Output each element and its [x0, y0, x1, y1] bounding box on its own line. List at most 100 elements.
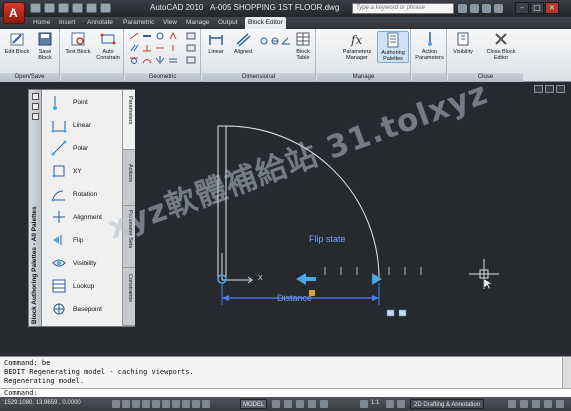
show-constraints-icon[interactable] [186, 32, 196, 40]
quick-properties-toggle-icon[interactable] [202, 400, 210, 408]
snap-toggle-icon[interactable] [112, 400, 120, 408]
model-space-button[interactable]: MODEL [240, 399, 268, 409]
tool-linear[interactable]: Linear [43, 114, 123, 137]
tab-parametric[interactable]: Parametric [120, 17, 157, 29]
show-all-icon[interactable] [186, 44, 196, 52]
block-authoring-palette[interactable]: Block Authoring Palettes - All Palettes … [28, 89, 135, 327]
fix-icon[interactable] [168, 32, 178, 40]
auto-scale-icon[interactable] [397, 400, 405, 408]
tab-block-editor[interactable]: Block Editor [245, 17, 286, 29]
tab-annotate[interactable]: Annotate [84, 17, 116, 29]
action-parameters-button[interactable]: Action Parameters [413, 31, 446, 61]
horizontal-icon[interactable] [155, 44, 165, 52]
tangent-icon[interactable] [129, 56, 139, 64]
annotation-scale[interactable]: 1:1 [371, 400, 379, 406]
tab-manage[interactable]: Manage [183, 17, 213, 29]
tool-flip[interactable]: Flip [43, 229, 123, 252]
tab-home[interactable]: Home [30, 17, 53, 29]
save-block-button[interactable]: Save Block [32, 31, 58, 61]
plot-icon[interactable] [100, 3, 111, 13]
application-menu-button[interactable]: A [3, 2, 25, 24]
smooth-icon[interactable] [142, 56, 152, 64]
help-icon[interactable] [494, 4, 503, 13]
coincident-icon[interactable] [129, 32, 139, 40]
steeringwheel-icon[interactable] [308, 400, 316, 408]
showmotion-icon[interactable] [320, 400, 328, 408]
polar-toggle-icon[interactable] [142, 400, 150, 408]
zoom-icon[interactable] [296, 400, 304, 408]
tool-basepoint[interactable]: Basepoint [43, 298, 123, 321]
visibility-button[interactable]: Visibility [450, 31, 476, 55]
tool-polar[interactable]: Polar [43, 137, 123, 160]
undo-icon[interactable] [72, 3, 83, 13]
workspace-switcher[interactable]: 2D Drafting & Annotation [410, 399, 485, 409]
palette-title-bar[interactable]: Block Authoring Palettes - All Palettes [29, 90, 42, 326]
annotation-visibility-icon[interactable] [386, 400, 394, 408]
star-icon[interactable] [482, 4, 491, 13]
open-icon[interactable] [44, 3, 55, 13]
edit-block-button[interactable]: Edit Block [4, 31, 30, 55]
palette-tab-constraints[interactable]: Constraints [123, 268, 135, 326]
new-icon[interactable] [30, 3, 41, 13]
angular-dim-icon[interactable] [281, 37, 291, 45]
tool-alignment[interactable]: Alignment [43, 206, 123, 229]
action-badge-2-icon[interactable] [398, 309, 407, 317]
lineweight-toggle-icon[interactable] [192, 400, 200, 408]
dyn-toggle-icon[interactable] [182, 400, 190, 408]
flip-grip-right-icon[interactable] [371, 272, 383, 286]
aligned-dim-button[interactable]: Aligned [230, 31, 256, 55]
symmetric-icon[interactable] [155, 56, 165, 64]
diameter-dim-icon[interactable] [270, 37, 280, 45]
isolate-objects-icon[interactable] [532, 400, 540, 408]
ducs-toggle-icon[interactable] [172, 400, 180, 408]
maximize-button[interactable]: □ [530, 2, 544, 14]
palette-tab-parameter-sets[interactable]: Parameter Sets [123, 206, 135, 268]
minimize-button[interactable]: – [515, 2, 529, 14]
tool-visibility[interactable]: Visibility [43, 252, 123, 275]
otrack-toggle-icon[interactable] [162, 400, 170, 408]
auto-constrain-button[interactable]: Auto Constrain [93, 31, 123, 61]
close-button[interactable]: × [545, 2, 559, 14]
vertical-icon[interactable] [168, 44, 178, 52]
coordinate-readout[interactable]: 1529.1080, 13.9659 , 0.0000 [4, 400, 81, 406]
save-icon[interactable] [58, 3, 69, 13]
lock-icon[interactable] [508, 400, 516, 408]
parallel-icon[interactable] [129, 44, 139, 52]
pan-icon[interactable] [284, 400, 292, 408]
collinear-icon[interactable] [142, 32, 152, 40]
tab-view[interactable]: View [160, 17, 180, 29]
action-badge-1-icon[interactable] [386, 309, 395, 317]
block-table-button[interactable]: Block Table [292, 31, 314, 61]
help-search-input[interactable]: Type a keyword or phrase [352, 3, 454, 14]
hide-all-icon[interactable] [186, 56, 196, 64]
tab-insert[interactable]: Insert [56, 17, 78, 29]
palette-tab-actions[interactable]: Actions [123, 150, 135, 206]
subscription-icon[interactable] [470, 4, 479, 13]
close-block-editor-button[interactable]: Close Block Editor [481, 31, 521, 61]
layout-icon[interactable] [272, 400, 280, 408]
linear-dim-button[interactable]: Linear [204, 31, 228, 55]
search-icon[interactable] [458, 4, 467, 13]
command-scrollbar[interactable] [562, 357, 571, 388]
flip-grip-left-icon[interactable] [296, 273, 306, 285]
equal-icon[interactable] [168, 56, 178, 64]
authoring-palettes-button[interactable]: Authoring Palettes [377, 31, 409, 63]
tool-xy[interactable]: XY [43, 160, 123, 183]
tab-output[interactable]: Output [215, 17, 241, 29]
ortho-toggle-icon[interactable] [132, 400, 140, 408]
tool-rotation[interactable]: Rotation [43, 183, 123, 206]
tool-point[interactable]: Point [43, 91, 123, 114]
clean-screen-icon[interactable] [556, 400, 564, 408]
parameters-manager-button[interactable]: fx Parameters Manager [339, 31, 375, 61]
status-menu-icon[interactable] [544, 400, 552, 408]
redo-icon[interactable] [86, 3, 97, 13]
radial-dim-icon[interactable] [259, 37, 269, 45]
osnap-toggle-icon[interactable] [152, 400, 160, 408]
palette-tab-parameters[interactable]: Parameters [123, 90, 135, 150]
concentric-icon[interactable] [155, 32, 165, 40]
tool-lookup[interactable]: Lookup [43, 275, 123, 298]
test-block-button[interactable]: Test Block [64, 31, 92, 55]
hardware-acceleration-icon[interactable] [520, 400, 528, 408]
perpendicular-icon[interactable] [142, 44, 152, 52]
grid-toggle-icon[interactable] [122, 400, 130, 408]
